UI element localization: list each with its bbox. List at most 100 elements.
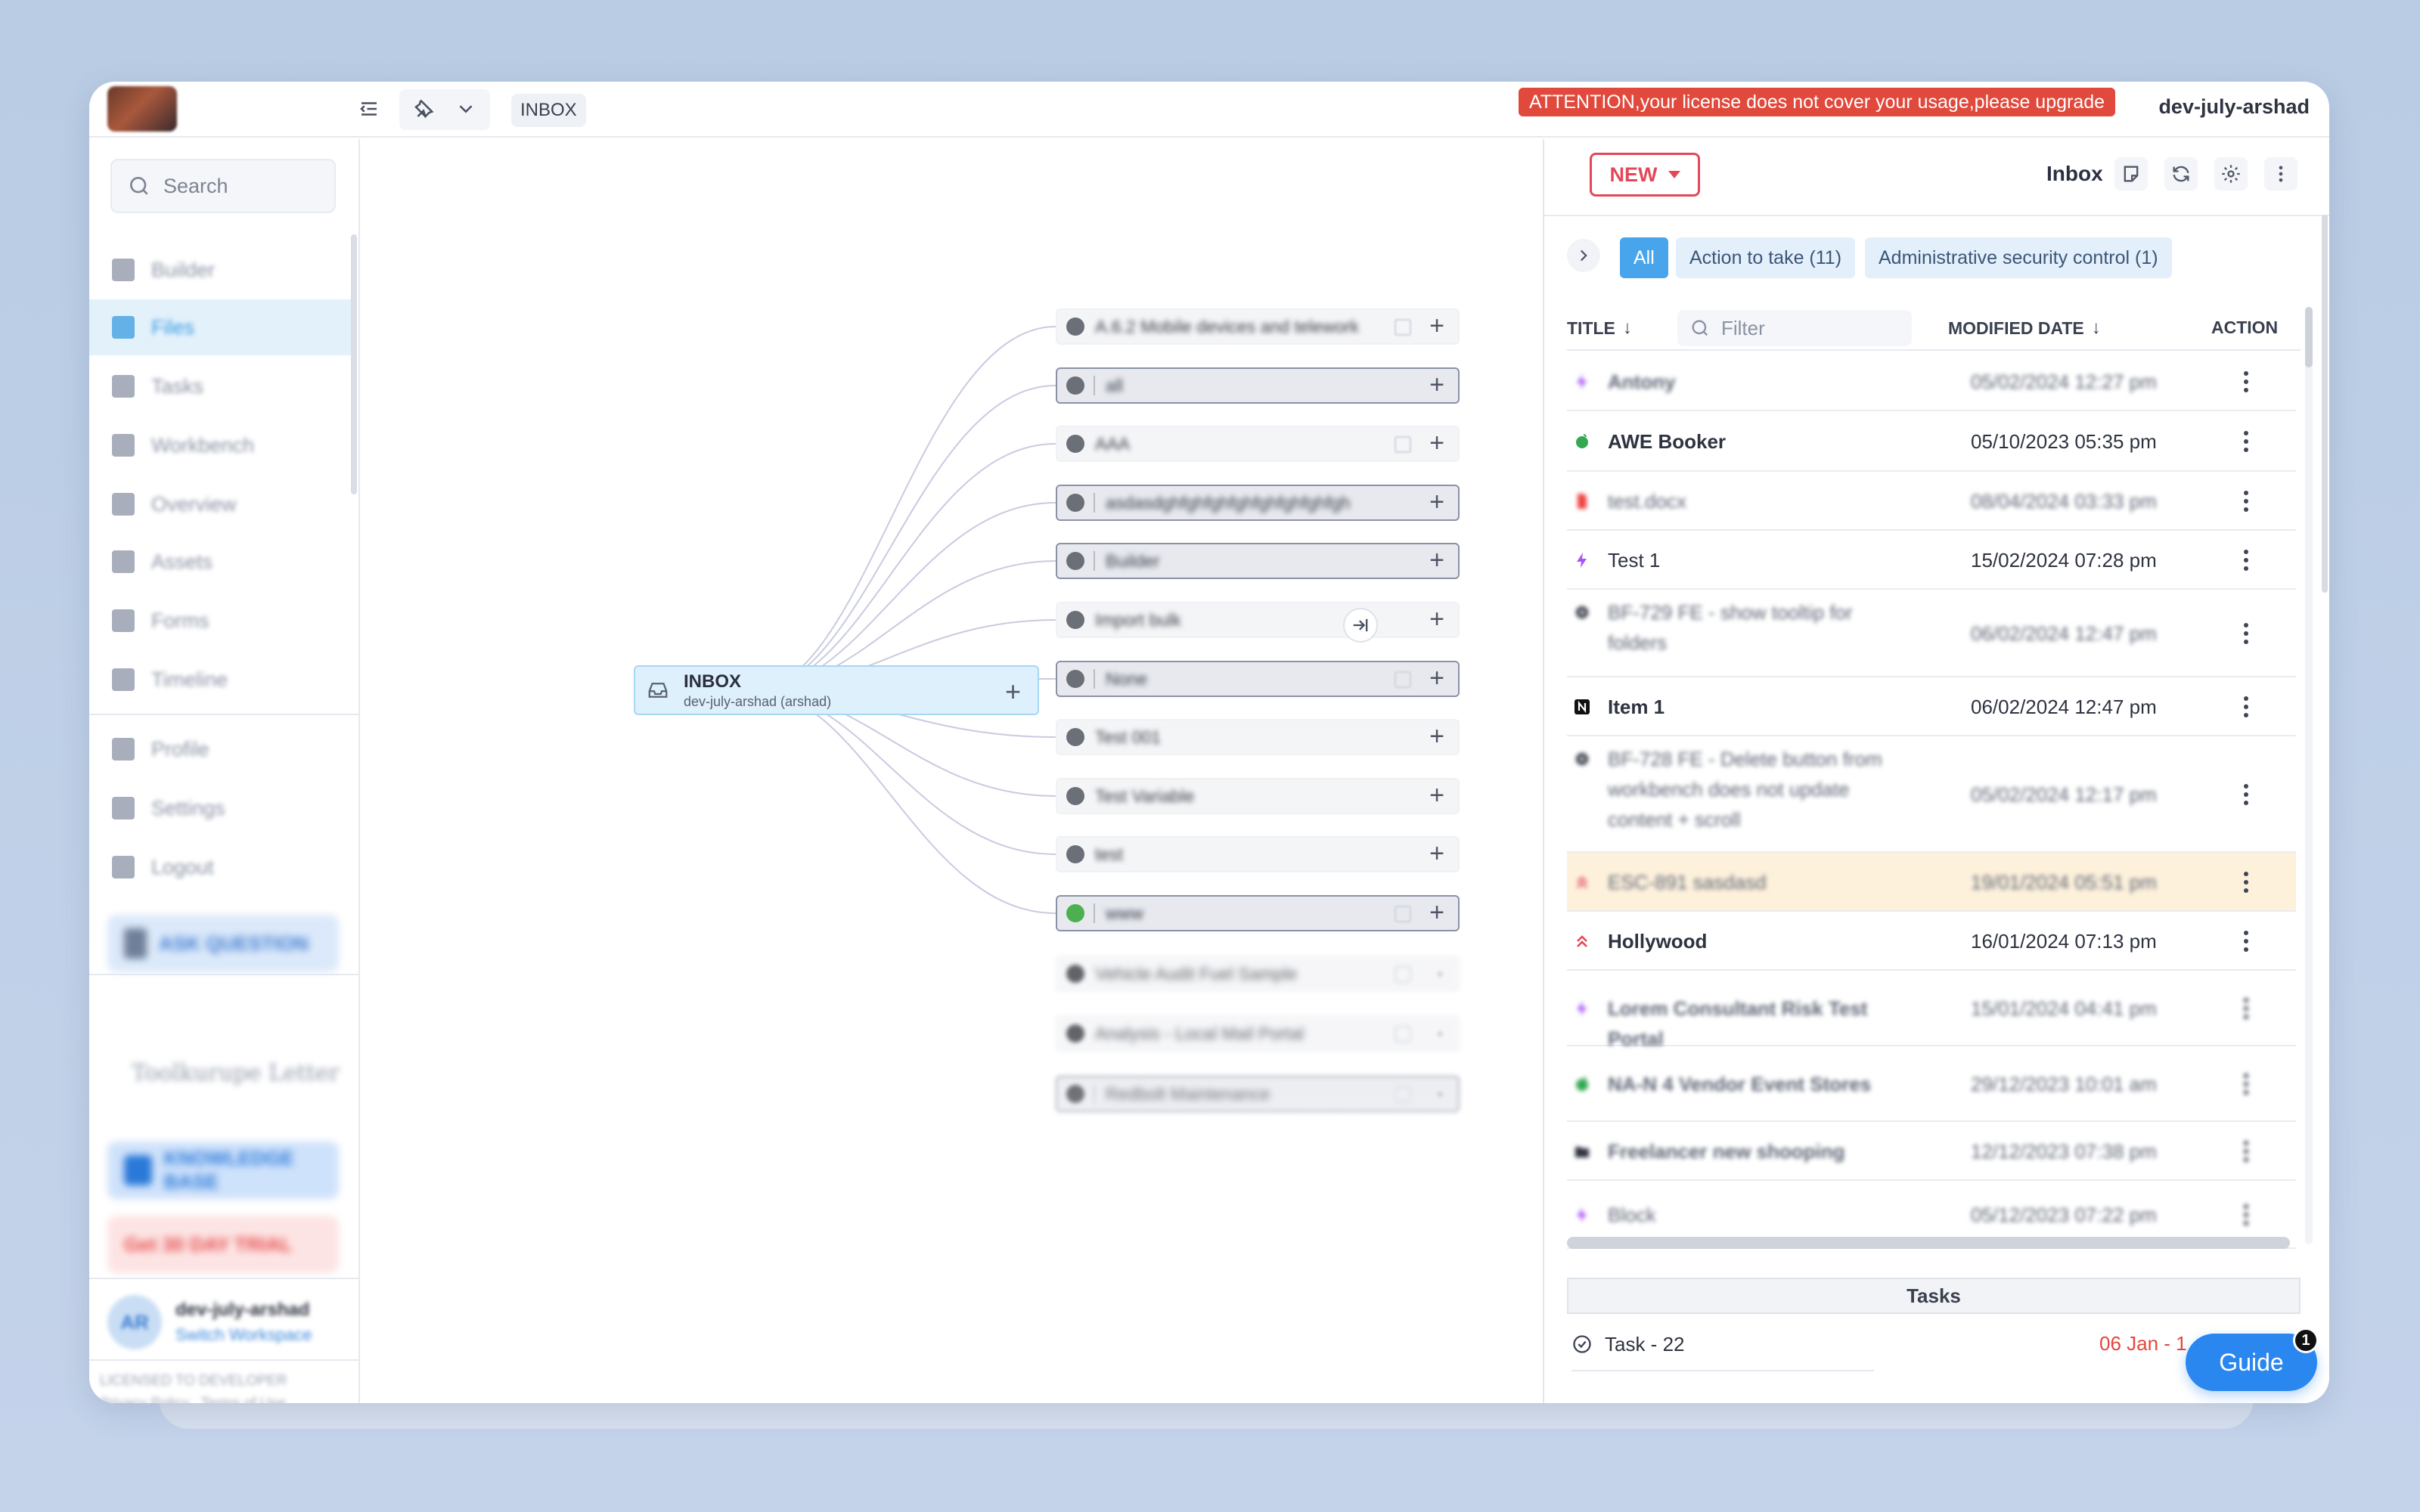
add-child-button[interactable]: + [1429, 664, 1444, 693]
tab-all[interactable]: All [1620, 237, 1668, 278]
add-child-button[interactable]: + [1429, 488, 1444, 517]
row-title[interactable]: AWE Booker [1608, 426, 1925, 457]
sidebar-item-workbench[interactable]: Workbench [89, 417, 351, 473]
mindmap-canvas[interactable]: INBOX dev-july-arshad (arshad) + A.6.2 M… [360, 139, 1632, 1403]
sidebar-item-profile[interactable]: Profile [89, 721, 351, 777]
row-actions-icon[interactable] [2242, 872, 2251, 893]
terms-link[interactable]: Terms of Use [201, 1396, 286, 1403]
sidebar-item-timeline[interactable]: Timeline [89, 652, 351, 708]
mindmap-child-node[interactable]: Builder + [1056, 543, 1460, 579]
sidebar-item-builder[interactable]: Builder [89, 242, 351, 298]
row-title[interactable]: BF-729 FE - show tooltip for folders [1608, 597, 1910, 658]
sidebar-item-assets[interactable]: Assets [89, 534, 351, 590]
table-row[interactable]: AWE Booker 05/10/2023 05:35 pm [1567, 411, 2296, 472]
row-actions-icon[interactable] [2242, 623, 2251, 644]
table-row[interactable]: BF-729 FE - show tooltip for folders 06/0… [1567, 590, 2296, 677]
table-row[interactable]: Antony 05/02/2024 12:27 pm [1567, 352, 2296, 411]
search-input[interactable]: Search [110, 159, 336, 213]
new-button[interactable]: NEW [1590, 153, 1700, 197]
mindmap-child-node[interactable]: www + [1056, 895, 1460, 931]
add-child-button[interactable]: + [1429, 546, 1444, 575]
row-actions-icon[interactable] [2242, 784, 2251, 805]
mindmap-child-node[interactable]: Vehicle Audit Fuel Sample · [1056, 956, 1460, 992]
row-actions-icon[interactable] [2242, 696, 2251, 717]
column-title[interactable]: TITLE ↓ [1567, 318, 1632, 339]
gear-icon[interactable] [2214, 157, 2248, 191]
tab-action-to-take[interactable]: Action to take (11) [1676, 237, 1856, 278]
add-child-button[interactable]: + [1429, 311, 1444, 341]
mindmap-child-node[interactable]: AAA + [1056, 426, 1460, 462]
row-actions-icon[interactable] [2242, 1141, 2251, 1162]
table-row[interactable]: Test 1 15/02/2024 07:28 pm [1567, 531, 2296, 590]
collapse-panel-icon[interactable] [1343, 608, 1378, 643]
add-child-button[interactable]: + [1005, 676, 1021, 708]
row-title[interactable]: BF-728 FE - Delete button from workbench… [1608, 744, 1910, 835]
row-actions-icon[interactable] [2242, 371, 2251, 392]
row-actions-icon[interactable] [2242, 1204, 2251, 1225]
refresh-icon[interactable] [2164, 157, 2198, 191]
pin-icon[interactable] [408, 94, 439, 124]
panel-scrollbar[interactable] [2322, 215, 2328, 593]
tab-administrative-security-control[interactable]: Administrative security control (1) [1865, 237, 2172, 278]
mindmap-child-node[interactable]: A.6.2 Mobile devices and telework + [1056, 308, 1460, 345]
row-title[interactable]: NA-N 4 Vendor Event Stores [1608, 1069, 1925, 1099]
mindmap-child-node[interactable]: test + [1056, 836, 1460, 872]
row-title[interactable]: ESC-891 sasdasd [1608, 867, 1925, 897]
add-child-button[interactable]: + [1429, 722, 1444, 751]
collapse-sidebar-icon[interactable] [354, 94, 384, 124]
trial-alert-button[interactable]: Get 30 DAY TRIAL [107, 1216, 339, 1273]
tasks-header[interactable]: Tasks [1567, 1278, 2301, 1314]
sidebar-item-forms[interactable]: Forms [89, 593, 351, 649]
user-card[interactable]: AR dev-july-arshad Switch Workspace [107, 1288, 339, 1356]
add-child-button[interactable]: · [1436, 1079, 1444, 1108]
table-row[interactable]: NA-N 4 Vendor Event Stores 29/12/2023 10:… [1567, 1046, 2296, 1122]
table-row[interactable]: test.docx 08/04/2024 03:33 pm [1567, 472, 2296, 531]
knowledge-base-button[interactable]: KNOWLEDGE BASE [107, 1142, 339, 1199]
column-modified-date[interactable]: MODIFIED DATE ↓ [1948, 318, 2101, 339]
switch-workspace-link[interactable]: Switch Workspace [175, 1325, 312, 1345]
chevron-right-icon[interactable] [1567, 239, 1600, 272]
add-child-button[interactable]: + [1429, 370, 1444, 400]
add-child-button[interactable]: + [1429, 781, 1444, 810]
add-child-button[interactable]: · [1436, 959, 1444, 988]
row-title[interactable]: Antony [1608, 367, 1925, 397]
row-actions-icon[interactable] [2242, 431, 2251, 452]
row-title[interactable]: Block [1608, 1200, 1925, 1230]
add-child-button[interactable]: · [1436, 1018, 1444, 1048]
root-node-inbox[interactable]: INBOX dev-july-arshad (arshad) + [634, 665, 1039, 715]
table-scroll-thumb[interactable] [2305, 307, 2313, 367]
table-scroll-track[interactable] [2305, 307, 2313, 1244]
add-child-button[interactable]: + [1429, 429, 1444, 458]
sidebar-item-logout[interactable]: Logout [89, 839, 351, 895]
sidebar-item-tasks[interactable]: Tasks [89, 358, 351, 414]
sidebar-item-overview[interactable]: Overview [89, 476, 351, 532]
row-actions-icon[interactable] [2242, 998, 2251, 1019]
breadcrumb[interactable]: INBOX [511, 94, 586, 127]
more-vertical-icon[interactable] [2264, 157, 2297, 191]
sidebar-item-files[interactable]: Files [89, 299, 351, 355]
table-row[interactable]: Hollywood 16/01/2024 07:13 pm [1567, 912, 2296, 971]
table-row[interactable]: Freelancer new shooping 12/12/2023 07:38 … [1567, 1122, 2296, 1181]
privacy-link[interactable]: Privacy Policy [100, 1396, 189, 1403]
workspace-logo[interactable] [107, 86, 177, 132]
ask-question-button[interactable]: ASK QUESTION [107, 915, 339, 972]
mindmap-child-node[interactable]: Test Variable + [1056, 778, 1460, 814]
mindmap-child-node[interactable]: all + [1056, 367, 1460, 404]
mindmap-child-node[interactable]: Test 001 + [1056, 719, 1460, 755]
chevron-down-icon[interactable] [451, 94, 481, 124]
row-actions-icon[interactable] [2242, 491, 2251, 512]
row-actions-icon[interactable] [2242, 931, 2251, 952]
sidebar-item-settings[interactable]: Settings [89, 780, 351, 836]
current-user-name[interactable]: dev-july-arshad [2158, 95, 2310, 119]
row-title[interactable]: Item 1 [1608, 692, 1925, 722]
mindmap-child-node[interactable]: None + [1056, 661, 1460, 697]
filter-input[interactable]: Filter [1677, 310, 1912, 346]
row-title[interactable]: Hollywood [1608, 926, 1925, 956]
horizontal-scrollbar[interactable] [1567, 1237, 2290, 1249]
table-row[interactable]: Lorem Consultant Risk Test Portal 15/01/2… [1567, 971, 2296, 1050]
sidebar-scrollbar[interactable] [351, 234, 357, 494]
mindmap-child-node[interactable]: Import bulk + [1056, 602, 1460, 638]
mindmap-child-node[interactable]: asdasdghfghfghfghfghfghfghfgh + [1056, 485, 1460, 521]
table-row[interactable]: BF-728 FE - Delete button from workbench… [1567, 736, 2296, 853]
add-child-button[interactable]: + [1429, 605, 1444, 634]
